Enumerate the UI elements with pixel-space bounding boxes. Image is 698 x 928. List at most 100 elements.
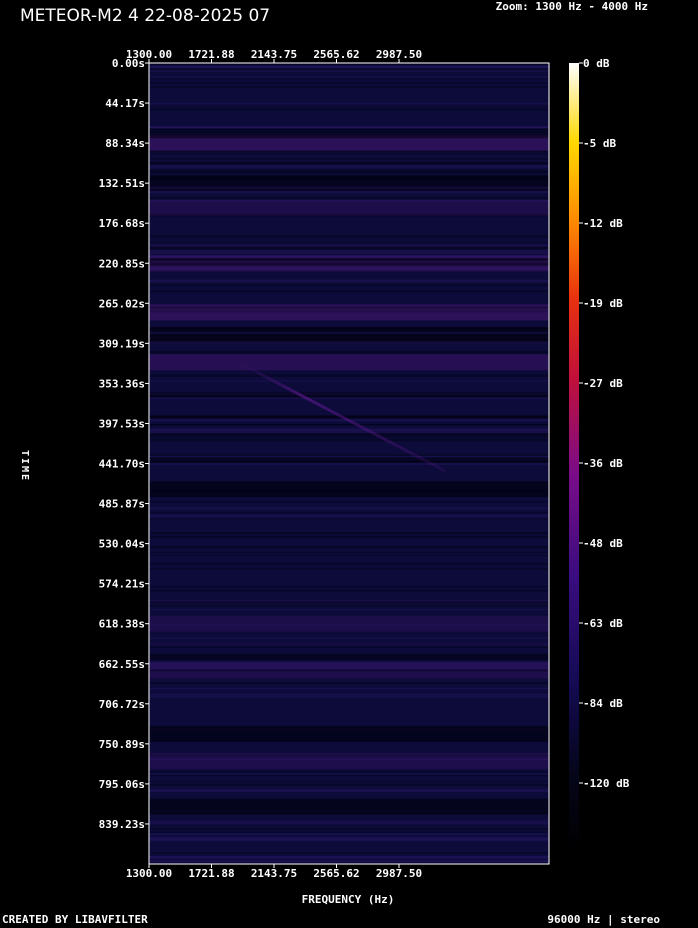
spectrogram-svg: 1300.00 1721.88 2143.75 2565.62 2987.50 1300… (19, 48, 630, 906)
y-tick-label-17: 750.89s (99, 738, 145, 751)
band-8 (149, 615, 549, 632)
noise-line-62 (149, 664, 549, 667)
x-tick-bottom-label-3: 2565.62 (313, 867, 359, 880)
noise-line-153 (149, 758, 549, 760)
noise-line-9 (149, 214, 549, 217)
noise-line-73 (149, 397, 549, 400)
noise-line-123 (149, 178, 549, 180)
colorbar-tick-label-2: -12 dB (583, 217, 623, 230)
noise-line-14 (149, 126, 549, 129)
noise-line-102 (149, 340, 549, 344)
x-tick-bottom-label-4: 2987.50 (376, 867, 422, 880)
noise-line-17 (149, 585, 549, 588)
y-tick-label-19: 839.23s (99, 818, 145, 831)
noise-line-60 (149, 415, 549, 419)
colorbar-ticks: 0 dB -5 dB -12 dB -19 dB -27 dB -36 dB -48 dB -… (579, 57, 630, 790)
noise-line-132 (149, 687, 549, 690)
noise-line-119 (149, 259, 549, 262)
noise-line-93 (149, 331, 549, 334)
y-tick-label-8: 353.36s (99, 377, 145, 390)
y-tick-label-2: 88.34s (105, 137, 145, 150)
noise-line-34 (149, 780, 549, 782)
band-2 (149, 200, 549, 217)
x-tick-bottom-label-0: 1300.00 (126, 867, 172, 880)
noise-line-20 (149, 828, 549, 830)
noise-line-65 (149, 856, 549, 858)
noise-line-27 (149, 82, 549, 85)
noise-line-96 (149, 551, 549, 553)
noise-line-128 (149, 435, 549, 438)
y-tick-label-11: 485.87s (99, 498, 145, 511)
noise-line-150 (149, 255, 549, 258)
noise-line-145 (149, 535, 549, 539)
noise-line-115 (149, 311, 549, 313)
y-tick-label-6: 265.02s (99, 297, 145, 310)
noise-line-157 (149, 158, 549, 161)
colorbar-tick-label-0: 0 dB (583, 57, 610, 70)
y-tick-label-0: 0.00s (112, 57, 145, 70)
x-ticks-bottom: 1300.00 1721.88 2143.75 2565.62 2987.50 (126, 864, 422, 880)
noise-line-144 (149, 199, 549, 202)
noise-line-149 (149, 261, 549, 265)
x-axis-label: FREQUENCY (Hz) (302, 893, 395, 906)
y-tick-label-12: 530.04s (99, 538, 145, 551)
noise-line-116 (149, 568, 549, 570)
colorbar-tick-label-5: -36 dB (583, 457, 623, 470)
band-6 (149, 354, 549, 371)
noise-line-5 (149, 251, 549, 253)
colorbar-tick-label-7: -63 dB (583, 617, 623, 630)
noise-line-72 (149, 728, 549, 730)
noise-line-26 (149, 661, 549, 664)
x-tick-top-label-4: 2987.50 (376, 48, 422, 61)
noise-line-69 (149, 374, 549, 377)
noise-line-133 (149, 646, 549, 649)
noise-line-118 (149, 608, 549, 610)
noise-line-51 (149, 306, 549, 309)
y-tick-label-14: 618.38s (99, 618, 145, 631)
noise-line-152 (149, 170, 549, 173)
noise-line-137 (149, 461, 549, 464)
noise-line-67 (149, 485, 549, 487)
noise-line-33 (149, 438, 549, 442)
noise-line-46 (149, 69, 549, 72)
noise-line-129 (149, 267, 549, 270)
noise-line-159 (149, 514, 549, 517)
colorbar (569, 63, 579, 853)
noise-line-35 (149, 186, 549, 190)
noise-line-113 (149, 859, 549, 863)
noise-line-142 (149, 788, 549, 792)
noise-line-70 (149, 249, 549, 252)
noise-line-148 (149, 65, 549, 69)
noise-line-100 (149, 774, 549, 777)
noise-line-22 (149, 424, 549, 426)
noise-line-85 (149, 820, 549, 823)
noise-line-114 (149, 519, 549, 521)
x-ticks-top: 1300.00 1721.88 2143.75 2565.62 2987.50 (126, 48, 422, 63)
y-tick-label-15: 662.55s (99, 658, 145, 671)
noise-line-127 (149, 601, 549, 604)
noise-line-23 (149, 252, 549, 254)
noise-line-140 (149, 836, 549, 840)
noise-line-88 (149, 284, 549, 286)
noise-line-130 (149, 431, 549, 434)
noise-line-107 (149, 592, 549, 594)
y-tick-label-5: 220.85s (99, 257, 145, 270)
y-tick-label-1: 44.17s (105, 97, 145, 110)
noise-line-80 (149, 164, 549, 168)
band-7 (149, 481, 549, 498)
noise-line-66 (149, 605, 549, 607)
noise-line-48 (149, 637, 549, 639)
x-tick-top-label-1: 1721.88 (188, 48, 234, 61)
noise-line-81 (149, 86, 549, 88)
noise-line-94 (149, 162, 549, 165)
noise-line-139 (149, 624, 549, 626)
footer-sample-info: 96000 Hz | stereo (547, 913, 660, 926)
noise-line-64 (149, 104, 549, 107)
y-tick-label-4: 176.68s (99, 217, 145, 230)
y-tick-label-7: 309.19s (99, 337, 145, 350)
noise-line-90 (149, 695, 549, 698)
colorbar-tick-label-3: -19 dB (583, 297, 623, 310)
noise-line-78 (149, 784, 549, 786)
noise-line-112 (149, 196, 549, 200)
noise-line-135 (149, 290, 549, 293)
